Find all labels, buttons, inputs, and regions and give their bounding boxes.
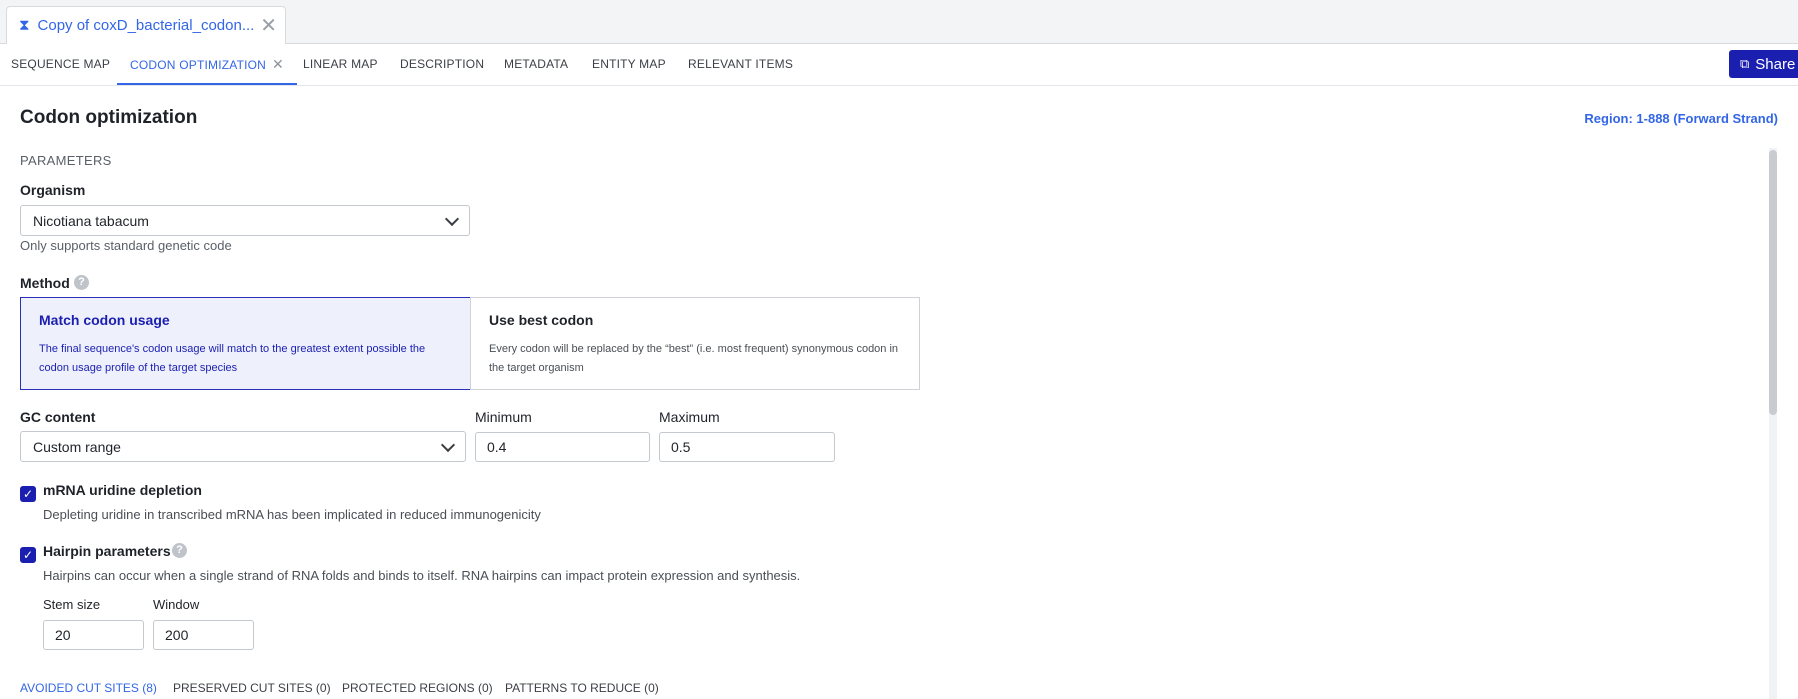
hourglass-icon: ⧗ [19, 17, 30, 34]
tab-linear-map[interactable]: LINEAR MAP [303, 44, 378, 85]
tab-entity-map[interactable]: ENTITY MAP [592, 44, 666, 85]
parameters-heading: PARAMETERS [20, 153, 112, 168]
hairpin-checkbox[interactable]: ✓ [20, 547, 36, 563]
view-tabs: SEQUENCE MAP CODON OPTIMIZATION ✕ LINEAR … [0, 44, 1798, 86]
gc-minimum-input[interactable]: 0.4 [475, 432, 650, 462]
tab-metadata[interactable]: METADATA [504, 44, 568, 85]
scrollbar-thumb[interactable] [1769, 150, 1777, 415]
tab-description[interactable]: DESCRIPTION [400, 44, 484, 85]
document-tab-title: Copy of coxD_bacterial_codon... [37, 17, 255, 34]
subtab-patterns-to-reduce[interactable]: PATTERNS TO REDUCE (0) [505, 681, 659, 695]
tab-relevant-items[interactable]: RELEVANT ITEMS [688, 44, 793, 85]
page-title: Codon optimization [20, 107, 198, 128]
method-option-description: Every codon will be replaced by the “bes… [489, 343, 899, 374]
help-icon[interactable]: ? [172, 543, 187, 558]
help-icon[interactable]: ? [74, 275, 89, 290]
mrna-uridine-title: mRNA uridine depletion [43, 482, 202, 498]
hairpin-title: Hairpin parameters [43, 543, 171, 559]
stem-size-input[interactable]: 20 [43, 620, 144, 650]
gc-maximum-input[interactable]: 0.5 [659, 432, 835, 462]
window-label: Window [153, 597, 200, 612]
organism-value: Nicotiana tabacum [33, 212, 149, 229]
method-option-use-best-codon[interactable]: Use best codon Every codon will be repla… [470, 297, 920, 390]
method-option-description: The final sequence's codon usage will ma… [39, 343, 426, 374]
gc-content-select[interactable]: Custom range [20, 431, 466, 462]
tab-codon-optimization-label: CODON OPTIMIZATION [130, 58, 267, 72]
subtab-avoided-cut-sites[interactable]: AVOIDED CUT SITES (8) [20, 681, 157, 695]
region-link[interactable]: Region: 1-888 (Forward Strand) [1584, 111, 1778, 126]
gc-maximum-label: Maximum [659, 409, 720, 425]
close-tab-icon[interactable]: ✕ [272, 56, 284, 72]
mrna-uridine-checkbox[interactable]: ✓ [20, 486, 36, 502]
tab-codon-optimization[interactable]: CODON OPTIMIZATION ✕ [117, 44, 297, 85]
gc-content-value: Custom range [33, 438, 121, 455]
document-tab-bar: ⧗ Copy of coxD_bacterial_codon... ✕ [0, 0, 1798, 44]
window-input[interactable]: 200 [153, 620, 254, 650]
chevron-down-icon [444, 211, 460, 226]
hairpin-description: Hairpins can occur when a single strand … [43, 568, 801, 583]
chevron-down-icon [440, 437, 456, 452]
method-label: Method [20, 275, 70, 291]
tab-sequence-map[interactable]: SEQUENCE MAP [11, 44, 110, 85]
method-option-title: Match codon usage [39, 312, 170, 328]
gc-content-label: GC content [20, 409, 96, 425]
subtab-protected-regions[interactable]: PROTECTED REGIONS (0) [342, 681, 493, 695]
organism-label: Organism [20, 182, 86, 198]
organism-select[interactable]: Nicotiana tabacum [20, 205, 470, 236]
document-tab[interactable]: ⧗ Copy of coxD_bacterial_codon... ✕ [6, 6, 286, 44]
method-option-match-codon-usage[interactable]: Match codon usage The final sequence's c… [20, 297, 471, 390]
method-option-title: Use best codon [489, 312, 594, 328]
mrna-uridine-description: Depleting uridine in transcribed mRNA ha… [43, 507, 541, 522]
external-link-icon: ⧉ [1740, 56, 1750, 71]
close-tab-icon[interactable]: ✕ [260, 16, 277, 36]
stem-size-label: Stem size [43, 597, 101, 612]
organism-help-text: Only supports standard genetic code [20, 238, 232, 253]
share-button[interactable]: ⧉ Share [1729, 50, 1798, 78]
share-button-label: Share [1755, 55, 1796, 73]
gc-minimum-label: Minimum [475, 409, 532, 425]
subtab-preserved-cut-sites[interactable]: PRESERVED CUT SITES (0) [173, 681, 331, 695]
